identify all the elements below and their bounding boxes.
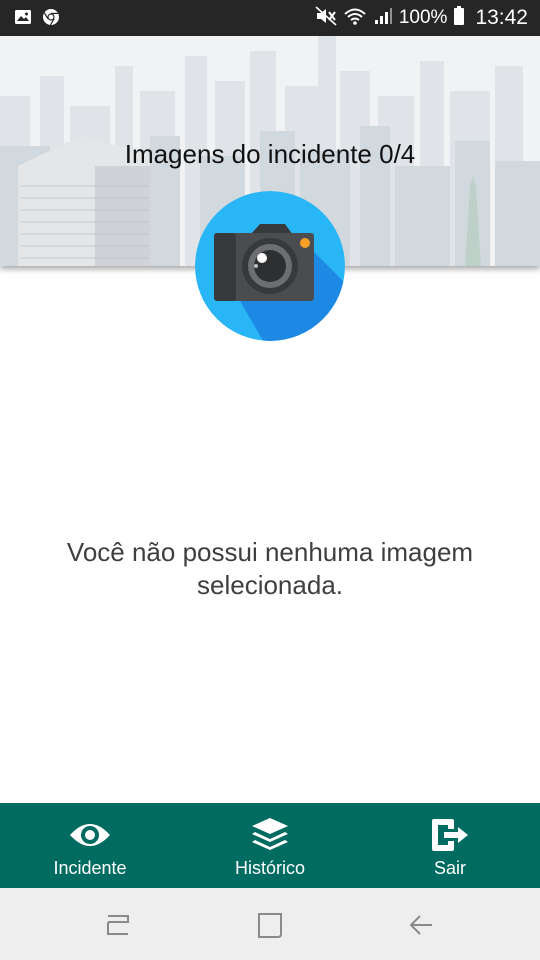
home-icon[interactable]	[252, 908, 288, 942]
battery-icon	[453, 5, 465, 31]
signal-icon	[373, 6, 393, 31]
wifi-icon	[343, 6, 367, 31]
clock: 13:42	[475, 6, 528, 29]
system-navigation-bar	[0, 888, 540, 960]
mute-icon	[315, 5, 337, 31]
battery-percentage: 100%	[398, 7, 448, 28]
nav-label-incidente: Incidente	[53, 858, 127, 878]
gallery-icon	[14, 8, 32, 31]
add-photo-camera-button[interactable]	[195, 191, 345, 341]
empty-state-message: Você não possui nenhuma imagem seleciona…	[66, 537, 474, 600]
nav-item-sair[interactable]: Sair	[360, 803, 540, 888]
nav-item-historico[interactable]: Histórico	[180, 803, 360, 888]
nav-item-incidente[interactable]: Incidente	[0, 803, 180, 888]
nav-label-sair: Sair	[433, 858, 466, 878]
page-title: Imagens do incidente 0/4	[124, 139, 416, 169]
back-icon[interactable]	[404, 908, 440, 942]
recent-apps-icon[interactable]	[100, 908, 136, 942]
camera-icon	[195, 191, 345, 341]
eye-icon	[68, 817, 112, 853]
bottom-navigation: Incidente Histórico Sair	[0, 803, 540, 888]
logout-icon	[428, 817, 472, 853]
layers-icon	[248, 817, 292, 853]
status-bar: 100% 13:42	[0, 0, 540, 36]
nav-label-historico: Histórico	[234, 858, 305, 878]
chrome-icon	[42, 8, 60, 31]
